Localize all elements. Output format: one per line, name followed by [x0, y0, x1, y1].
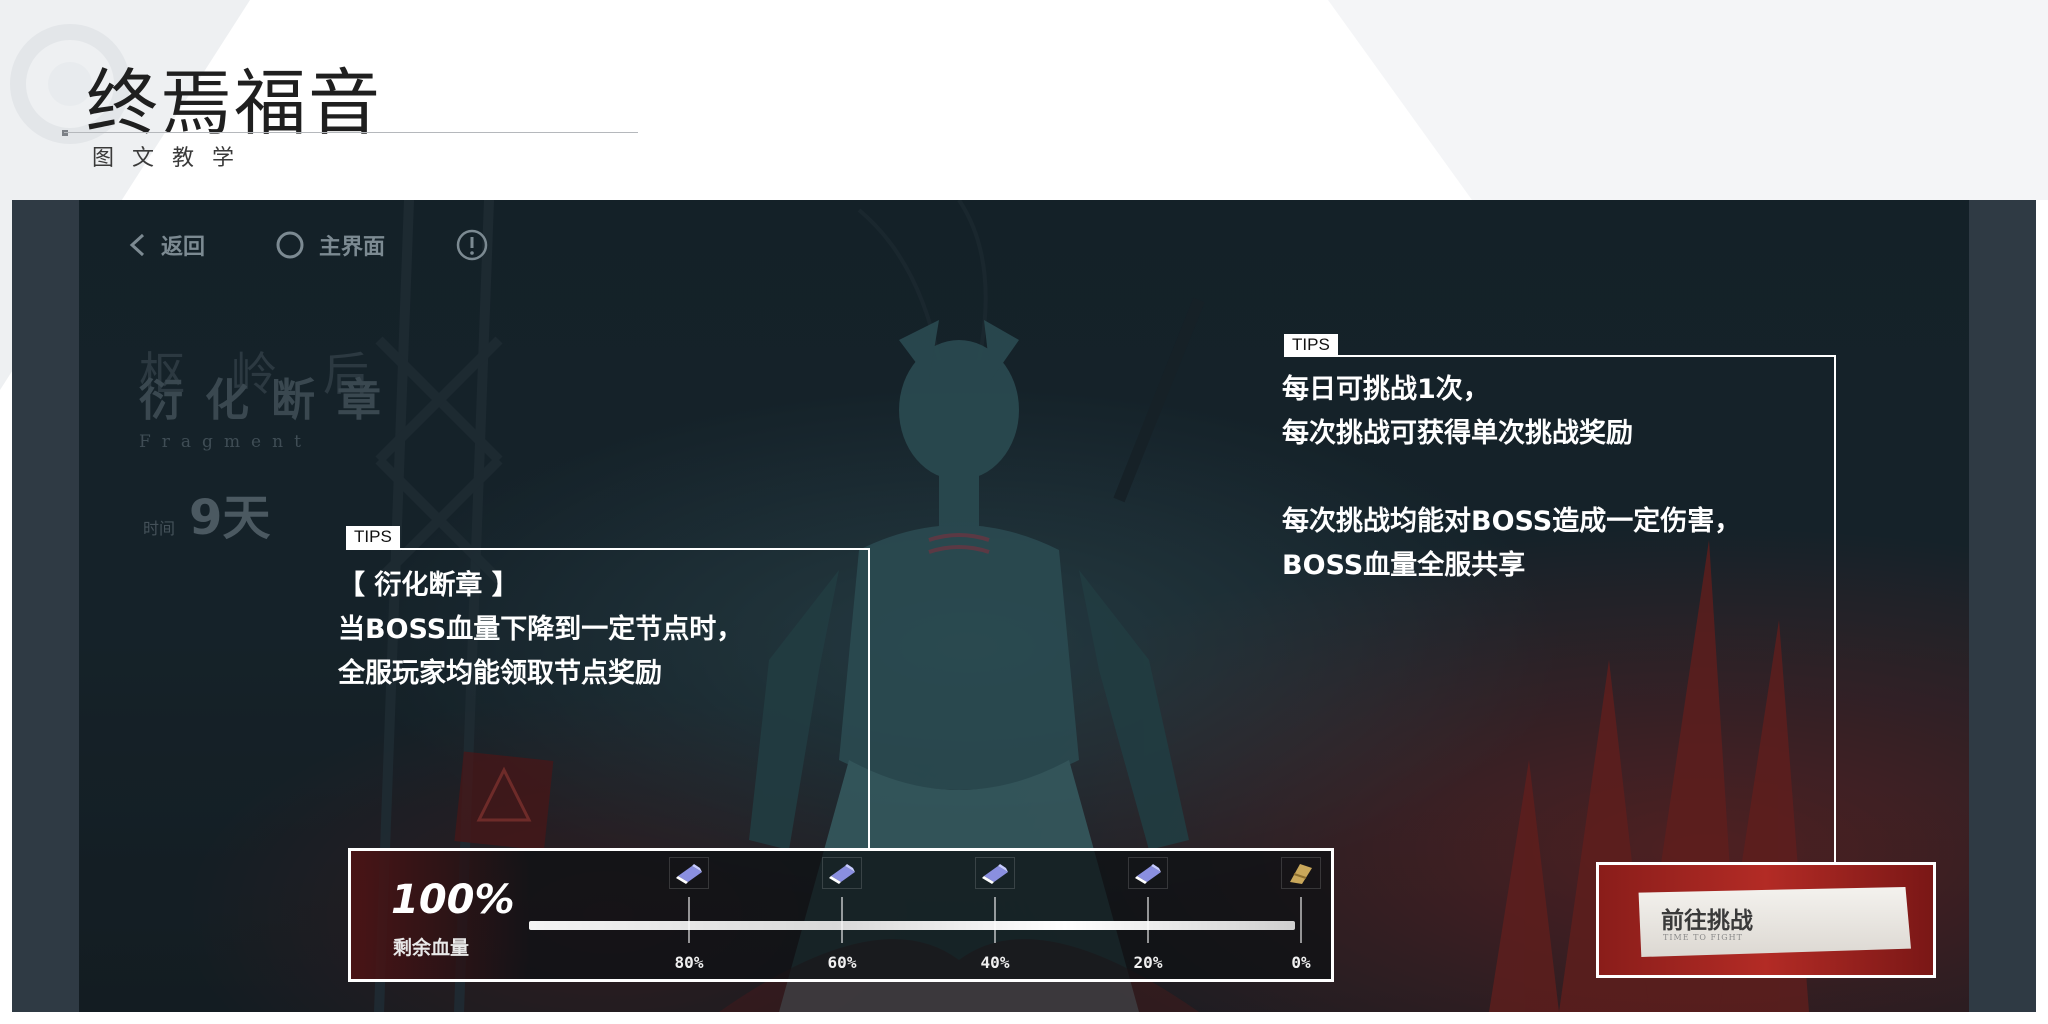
tips-right-line-h: [1284, 355, 1836, 357]
hp-node-percent: 80%: [674, 953, 704, 972]
event-time-label: 时间: [143, 519, 176, 538]
info-icon: [456, 229, 488, 261]
home-label: 主界面: [319, 235, 386, 260]
challenge-label-en: TIME TO FIGHT: [1663, 933, 1743, 942]
crystal-reward-icon: [669, 857, 709, 889]
home-circle-icon: [276, 231, 304, 259]
back-label: 返回: [161, 235, 206, 260]
tips-right-line-v: [1834, 355, 1836, 863]
hp-node[interactable]: 60%: [822, 857, 862, 972]
crystal-reward-icon: [1128, 857, 1168, 889]
event-name: 衍化断章: [139, 375, 403, 426]
hp-remaining-value: 100%: [391, 877, 515, 923]
hp-node-tick: [841, 897, 843, 943]
header-background-shape-right: [1328, 0, 2048, 200]
page-title: 终焉福音: [86, 61, 383, 145]
tips-right-text: 每日可挑战1次， 每次挑战可获得单次挑战奖励 每次挑战均能对BOSS造成一定伤害…: [1282, 374, 1742, 581]
hp-node[interactable]: 80%: [669, 857, 709, 972]
crystal-reward-icon: [975, 857, 1015, 889]
hp-node-percent: 60%: [827, 953, 857, 972]
challenge-button[interactable]: 前往挑战 TIME TO FIGHT: [1638, 887, 1911, 957]
info-button[interactable]: [455, 228, 503, 262]
tips-tag-right: TIPS: [1284, 334, 1338, 356]
hp-node-tick: [994, 897, 996, 943]
challenge-panel: 前往挑战 TIME TO FIGHT: [1596, 862, 1936, 978]
hp-node-tick: [1300, 897, 1302, 943]
tips-left-line-v: [868, 548, 870, 850]
hp-node-tick: [1147, 897, 1149, 943]
hp-node[interactable]: 20%: [1128, 857, 1168, 972]
home-button[interactable]: 主界面: [275, 229, 385, 261]
gold-reward-icon: [1281, 857, 1321, 889]
event-time: 时间 9天: [143, 478, 270, 548]
hp-node-percent: 40%: [980, 953, 1010, 972]
chevron-left-icon: [129, 233, 145, 257]
hp-node-percent: 0%: [1291, 953, 1311, 972]
hp-node-percent: 20%: [1133, 953, 1163, 972]
hp-remaining-label: 剩余血量: [393, 937, 470, 959]
tips-left-text: 【 衍化断章 】 当BOSS血量下降到一定节点时， 全服玩家均能领取节点奖励: [338, 570, 744, 689]
top-nav: 返回 主界面: [127, 228, 503, 262]
back-button[interactable]: 返回: [127, 229, 205, 261]
tips-tag-left: TIPS: [346, 526, 400, 548]
challenge-label: 前往挑战: [1661, 908, 1753, 934]
crystal-reward-icon: [822, 857, 862, 889]
hp-node-tick: [688, 897, 690, 943]
tips-left-line-h: [346, 548, 870, 550]
title-underline: [64, 132, 638, 133]
hp-node[interactable]: 40%: [975, 857, 1015, 972]
event-info: 枢岭后 衍化断章 Fragment: [139, 338, 415, 452]
boss-hp-panel: 100% 剩余血量 80% 60% 40% 20% 0%: [348, 848, 1334, 982]
title-underline-dot: [62, 130, 68, 136]
hp-node[interactable]: 0%: [1281, 857, 1321, 972]
hp-progress-bar: [529, 921, 1295, 930]
event-time-value: 9天: [189, 490, 271, 546]
page-subtitle: 图文教学: [92, 146, 253, 171]
event-name-en: Fragment: [139, 432, 312, 452]
